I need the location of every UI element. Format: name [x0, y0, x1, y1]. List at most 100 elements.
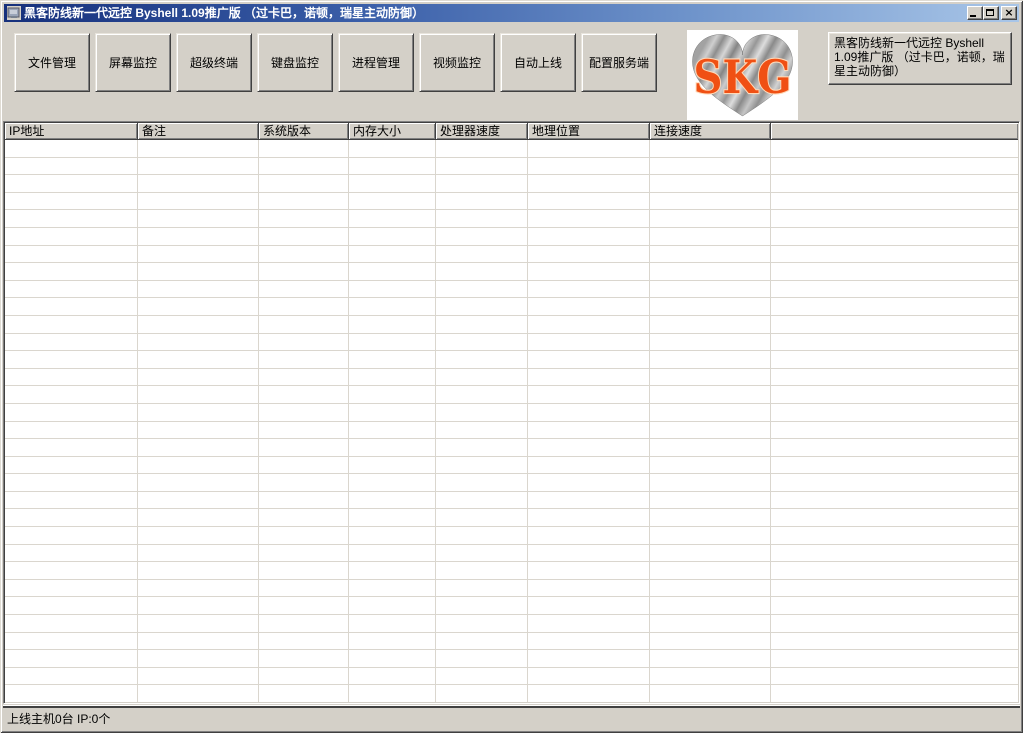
table-cell — [436, 492, 528, 509]
toolbar-button-file-manager[interactable]: 文件管理 — [14, 33, 90, 92]
table-cell — [771, 158, 1018, 175]
table-cell — [349, 369, 436, 386]
toolbar-button-super-terminal[interactable]: 超级终端 — [176, 33, 252, 92]
table-cell — [528, 316, 650, 333]
toolbar-button-process-manager[interactable]: 进程管理 — [338, 33, 414, 92]
table-cell — [5, 263, 138, 280]
app-icon[interactable] — [7, 6, 21, 20]
table-cell — [436, 650, 528, 667]
table-cell — [436, 422, 528, 439]
table-cell — [528, 615, 650, 632]
maximize-button[interactable] — [983, 6, 999, 20]
toolbar-button-keyboard-monitor[interactable]: 键盘监控 — [257, 33, 333, 92]
column-header-os[interactable]: 系统版本 — [259, 123, 349, 140]
table-cell — [650, 457, 771, 474]
table-cell — [650, 210, 771, 227]
table-cell — [5, 668, 138, 685]
table-cell — [528, 369, 650, 386]
table-cell — [771, 193, 1018, 210]
column-header-blank[interactable] — [771, 123, 1018, 140]
toolbar-button-auto-online[interactable]: 自动上线 — [500, 33, 576, 92]
table-cell — [528, 263, 650, 280]
table-cell — [528, 545, 650, 562]
table-cell — [436, 386, 528, 403]
table-row — [5, 580, 1018, 598]
table-row — [5, 369, 1018, 387]
toolbar-button-video-monitor[interactable]: 视频监控 — [419, 33, 495, 92]
table-cell — [349, 439, 436, 456]
table-cell — [138, 439, 259, 456]
table-cell — [650, 228, 771, 245]
info-panel[interactable]: 黑客防线新一代远控 Byshell 1.09推广版 （过卡巴，诺顿，瑞星主动防御… — [828, 32, 1012, 85]
table-cell — [5, 334, 138, 351]
column-header-memory[interactable]: 内存大小 — [349, 123, 436, 140]
table-row — [5, 685, 1018, 702]
table-cell — [138, 457, 259, 474]
table-cell — [259, 562, 349, 579]
table-cell — [650, 545, 771, 562]
statusbar-text: 上线主机0台 IP:0个 — [7, 712, 110, 726]
table-row — [5, 246, 1018, 264]
table-cell — [528, 210, 650, 227]
toolbar-button-config-server[interactable]: 配置服务端 — [581, 33, 657, 92]
table-cell — [650, 580, 771, 597]
table-cell — [436, 210, 528, 227]
table-cell — [528, 685, 650, 702]
table-cell — [5, 404, 138, 421]
minimize-button[interactable] — [967, 6, 983, 20]
table-cell — [349, 492, 436, 509]
host-list[interactable]: IP地址 备注 系统版本 内存大小 处理器速度 地理位置 连接速度 — [3, 121, 1020, 704]
table-cell — [528, 492, 650, 509]
table-row — [5, 228, 1018, 246]
table-cell — [650, 404, 771, 421]
table-cell — [771, 527, 1018, 544]
table-cell — [436, 263, 528, 280]
table-cell — [5, 457, 138, 474]
close-icon: × — [1002, 7, 1016, 19]
close-button[interactable]: × — [1001, 6, 1017, 20]
table-cell — [259, 263, 349, 280]
table-row — [5, 474, 1018, 492]
table-cell — [349, 597, 436, 614]
table-cell — [349, 562, 436, 579]
titlebar[interactable]: 黑客防线新一代远控 Byshell 1.09推广版 （过卡巴，诺顿，瑞星主动防御… — [4, 4, 1019, 22]
table-cell — [138, 615, 259, 632]
table-cell — [349, 545, 436, 562]
skg-logo-text: SKG — [694, 50, 792, 104]
table-cell — [436, 545, 528, 562]
table-cell — [138, 228, 259, 245]
table-cell — [349, 404, 436, 421]
table-cell — [259, 580, 349, 597]
table-cell — [650, 386, 771, 403]
table-row — [5, 492, 1018, 510]
table-cell — [650, 650, 771, 667]
table-cell — [5, 298, 138, 315]
host-list-body[interactable] — [5, 140, 1018, 702]
table-cell — [5, 439, 138, 456]
table-cell — [259, 334, 349, 351]
table-cell — [259, 492, 349, 509]
table-cell — [528, 650, 650, 667]
table-cell — [259, 615, 349, 632]
table-cell — [650, 527, 771, 544]
table-cell — [436, 597, 528, 614]
toolbar-button-screen-monitor[interactable]: 屏幕监控 — [95, 33, 171, 92]
table-cell — [528, 193, 650, 210]
column-header-remark[interactable]: 备注 — [138, 123, 259, 140]
column-header-location[interactable]: 地理位置 — [528, 123, 650, 140]
table-cell — [5, 246, 138, 263]
maximize-icon — [986, 9, 994, 16]
table-cell — [5, 527, 138, 544]
table-cell — [650, 422, 771, 439]
column-header-ip[interactable]: IP地址 — [5, 123, 138, 140]
table-cell — [528, 580, 650, 597]
table-cell — [771, 263, 1018, 280]
table-cell — [5, 422, 138, 439]
table-cell — [5, 685, 138, 702]
table-cell — [138, 281, 259, 298]
table-cell — [5, 210, 138, 227]
table-cell — [138, 298, 259, 315]
column-header-cpu-speed[interactable]: 处理器速度 — [436, 123, 528, 140]
column-header-conn-speed[interactable]: 连接速度 — [650, 123, 771, 140]
table-cell — [528, 140, 650, 157]
